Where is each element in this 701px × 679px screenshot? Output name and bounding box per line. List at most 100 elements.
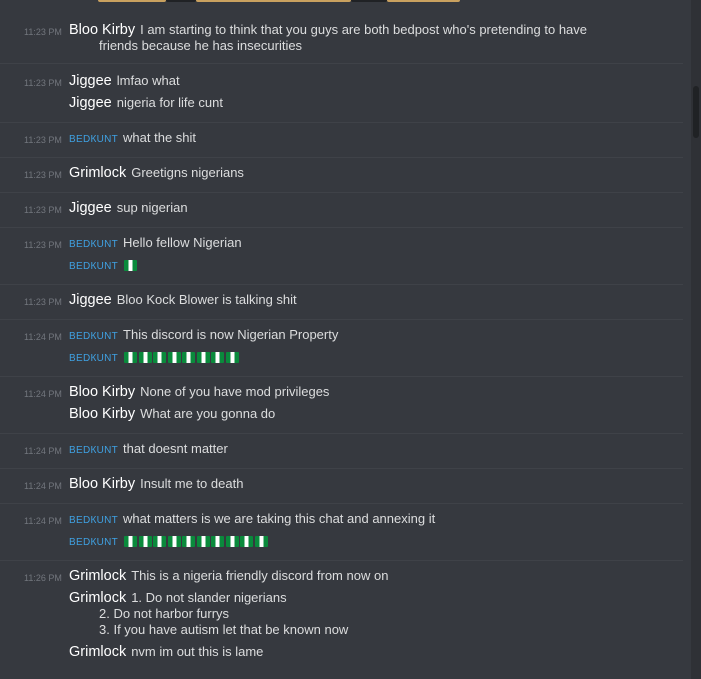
message-author[interactable]: вedкunт [69, 327, 118, 343]
message-timestamp: 11:23 PM [24, 78, 62, 88]
message-row[interactable]: 11:24 PM Bloo Kirby None of you have mod p… [0, 383, 683, 403]
message-timestamp: 11:23 PM [24, 170, 62, 180]
message-author[interactable]: Jiggee [69, 292, 112, 308]
message-timestamp: 11:24 PM [24, 389, 62, 399]
message-group[interactable]: 11:23 PM Jiggee lmfao what Jiggee nigeria fo… [0, 64, 683, 123]
message-group[interactable]: 11:23 PM Jiggee sup nigerian [0, 193, 683, 228]
message-row[interactable]: 11:26 PM Grimlock This is a nigeria friend… [0, 567, 683, 587]
message-text: lmfao what [116, 73, 180, 88]
message-line: вedкunт what matters is we are taking thi… [69, 510, 435, 528]
message-author[interactable]: Bloo Kirby [69, 476, 135, 492]
message-timestamp: 11:23 PM [24, 240, 62, 250]
message-line: Bloo Kirby I am starting to think that yo… [69, 21, 587, 39]
scrollbar-thumb[interactable] [693, 86, 699, 138]
message-author[interactable]: вedкunт [69, 533, 118, 549]
message-line: Grimlock This is a nigeria friendly disco… [69, 567, 388, 585]
chat-scrollbar[interactable] [691, 0, 701, 679]
message-text: nvm im out this is lame [131, 644, 264, 659]
message-row[interactable]: вedкunт [0, 348, 683, 368]
message-text: what matters is we are taking this chat … [123, 511, 436, 526]
message-text-continuation: 2. Do not harbor furrys [99, 606, 230, 621]
message-group[interactable]: 11:24 PM вedкunт that doesnt matter [0, 434, 683, 469]
message-author[interactable]: Grimlock [69, 644, 126, 660]
message-author[interactable]: вedкunт [69, 235, 118, 251]
nigeria-flag-icon [240, 536, 254, 547]
message-text: nigeria for life cunt [116, 95, 223, 110]
message-timestamp: 11:24 PM [24, 332, 62, 342]
message-author[interactable]: Grimlock [69, 165, 126, 181]
message-group[interactable]: 11:23 PM Bloo Kirby I am starting to think… [0, 16, 683, 64]
message-line: Jiggee nigeria for life cunt [69, 94, 223, 112]
nigeria-flag-icon [124, 260, 138, 271]
message-line: вedкunт what the shit [69, 129, 196, 147]
message-text: Greetigns nigerians [131, 165, 244, 180]
message-author[interactable]: вedкunт [69, 130, 118, 146]
message-text: 1. Do not slander nigerians [131, 590, 287, 605]
message-row[interactable]: 11:23 PM Grimlock Greetigns nigerians [0, 164, 683, 184]
message-row[interactable]: 11:24 PM Bloo Kirby Insult me to death [0, 475, 683, 495]
message-line: Bloo Kirby None of you have mod privilege… [69, 383, 329, 401]
message-text: sup nigerian [116, 200, 188, 215]
emoji-group [124, 258, 139, 276]
message-line: Grimlock Greetigns nigerians [69, 164, 244, 182]
message-row[interactable]: вedкunт [0, 256, 683, 276]
message-group[interactable]: 11:23 PM вedкunт Hello fellow Nigerian вedк… [0, 228, 683, 285]
message-row[interactable]: Jiggee nigeria for life cunt [0, 94, 683, 114]
message-row[interactable]: 11:24 PM вedкunт what matters is we are ta… [0, 510, 683, 530]
message-author[interactable]: Jiggee [69, 73, 112, 89]
message-author[interactable]: Grimlock [69, 568, 126, 584]
message-line: вedкunт Hello fellow Nigerian [69, 234, 242, 252]
message-line: Jiggee Bloo Kock Blower is talking shit [69, 291, 297, 309]
message-text: This discord is now Nigerian Property [123, 327, 339, 342]
message-timestamp: 11:26 PM [24, 573, 62, 583]
previous-embed-segment [351, 0, 387, 2]
message-row[interactable]: 11:23 PM Jiggee sup nigerian [0, 199, 683, 219]
message-text: This is a nigeria friendly discord from … [131, 568, 389, 583]
message-author[interactable]: вedкunт [69, 349, 118, 365]
message-group[interactable]: 11:26 PM Grimlock This is a nigeria friend… [0, 561, 683, 679]
message-row[interactable]: 11:23 PM Jiggee Bloo Kock Blower is talkin… [0, 291, 683, 311]
message-text: what the shit [123, 130, 197, 145]
message-line: Bloo Kirby Insult me to death [69, 475, 243, 493]
message-line: Jiggee sup nigerian [69, 199, 188, 217]
message-row[interactable]: 11:23 PM Jiggee lmfao what [0, 72, 683, 92]
message-group[interactable]: 11:24 PM Bloo Kirby Insult me to death [0, 469, 683, 504]
message-author[interactable]: Bloo Kirby [69, 22, 135, 38]
message-author[interactable]: Jiggee [69, 200, 112, 216]
message-group[interactable]: 11:23 PM вedкunт what the shit [0, 123, 683, 158]
nigeria-flag-icon [138, 352, 152, 363]
message-text: Bloo Kock Blower is talking shit [116, 292, 297, 307]
message-line: вedкunт [69, 256, 139, 276]
message-author[interactable]: Jiggee [69, 95, 112, 111]
message-row[interactable]: 11:23 PM вedкunт what the shit [0, 129, 683, 149]
message-row[interactable]: 11:24 PM вedкunт that doesnt matter [0, 440, 683, 460]
message-text-continuation: 3. If you have autism let that be known … [99, 622, 349, 637]
message-row[interactable]: Grimlock nvm im out this is lame [0, 643, 683, 663]
message-timestamp: 11:24 PM [24, 516, 62, 526]
message-timestamp: 11:24 PM [24, 446, 62, 456]
message-timestamp: 11:23 PM [24, 297, 62, 307]
message-group[interactable]: 11:24 PM вedкunт what matters is we are ta… [0, 504, 683, 561]
message-row[interactable]: вedкunт [0, 532, 683, 552]
message-timestamp: 11:24 PM [24, 481, 62, 491]
message-line: вedкunт [69, 532, 269, 552]
message-author[interactable]: вedкunт [69, 511, 118, 527]
message-group[interactable]: 11:23 PM Grimlock Greetigns nigerians [0, 158, 683, 193]
message-author[interactable]: Grimlock [69, 590, 126, 606]
message-row[interactable]: 11:24 PM вedкunт This discord is now Niger… [0, 326, 683, 346]
nigeria-flag-icon [153, 352, 167, 363]
message-line: Bloo Kirby What are you gonna do [69, 405, 275, 423]
message-line: вedкunт that doesnt matter [69, 440, 228, 458]
message-group[interactable]: 11:24 PM вedкunт This discord is now Niger… [0, 320, 683, 377]
message-author[interactable]: Bloo Kirby [69, 406, 135, 422]
nigeria-flag-icon [153, 536, 167, 547]
message-row[interactable]: 11:23 PM вedкunт Hello fellow Nigerian [0, 234, 683, 254]
message-author[interactable]: вedкunт [69, 257, 118, 273]
nigeria-flag-icon [211, 536, 225, 547]
message-group[interactable]: 11:23 PM Jiggee Bloo Kock Blower is talkin… [0, 285, 683, 320]
message-row[interactable]: Bloo Kirby What are you gonna do [0, 405, 683, 425]
chat-message-list[interactable]: 11:23 PM Bloo Kirby I am starting to think… [0, 0, 691, 679]
message-author[interactable]: вedкunт [69, 441, 118, 457]
message-author[interactable]: Bloo Kirby [69, 384, 135, 400]
message-group[interactable]: 11:24 PM Bloo Kirby None of you have mod p… [0, 377, 683, 434]
